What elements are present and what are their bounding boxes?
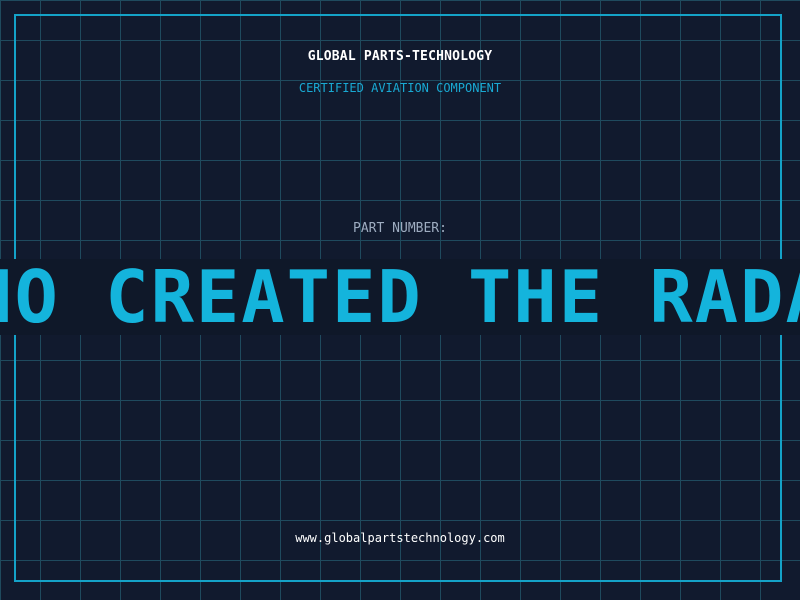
- certificate-canvas: GLOBAL PARTS-TECHNOLOGY CERTIFIED AVIATI…: [0, 0, 800, 600]
- part-number-label: PART NUMBER:: [353, 221, 447, 236]
- website-url: www.globalpartstechnology.com: [295, 531, 505, 545]
- part-number-banner: WHO CREATED THE RADAR: [0, 259, 800, 335]
- part-number-value: WHO CREATED THE RADAR: [0, 259, 800, 335]
- certification-subtitle: CERTIFIED AVIATION COMPONENT: [298, 81, 502, 95]
- brand-title: GLOBAL PARTS-TECHNOLOGY: [307, 49, 493, 64]
